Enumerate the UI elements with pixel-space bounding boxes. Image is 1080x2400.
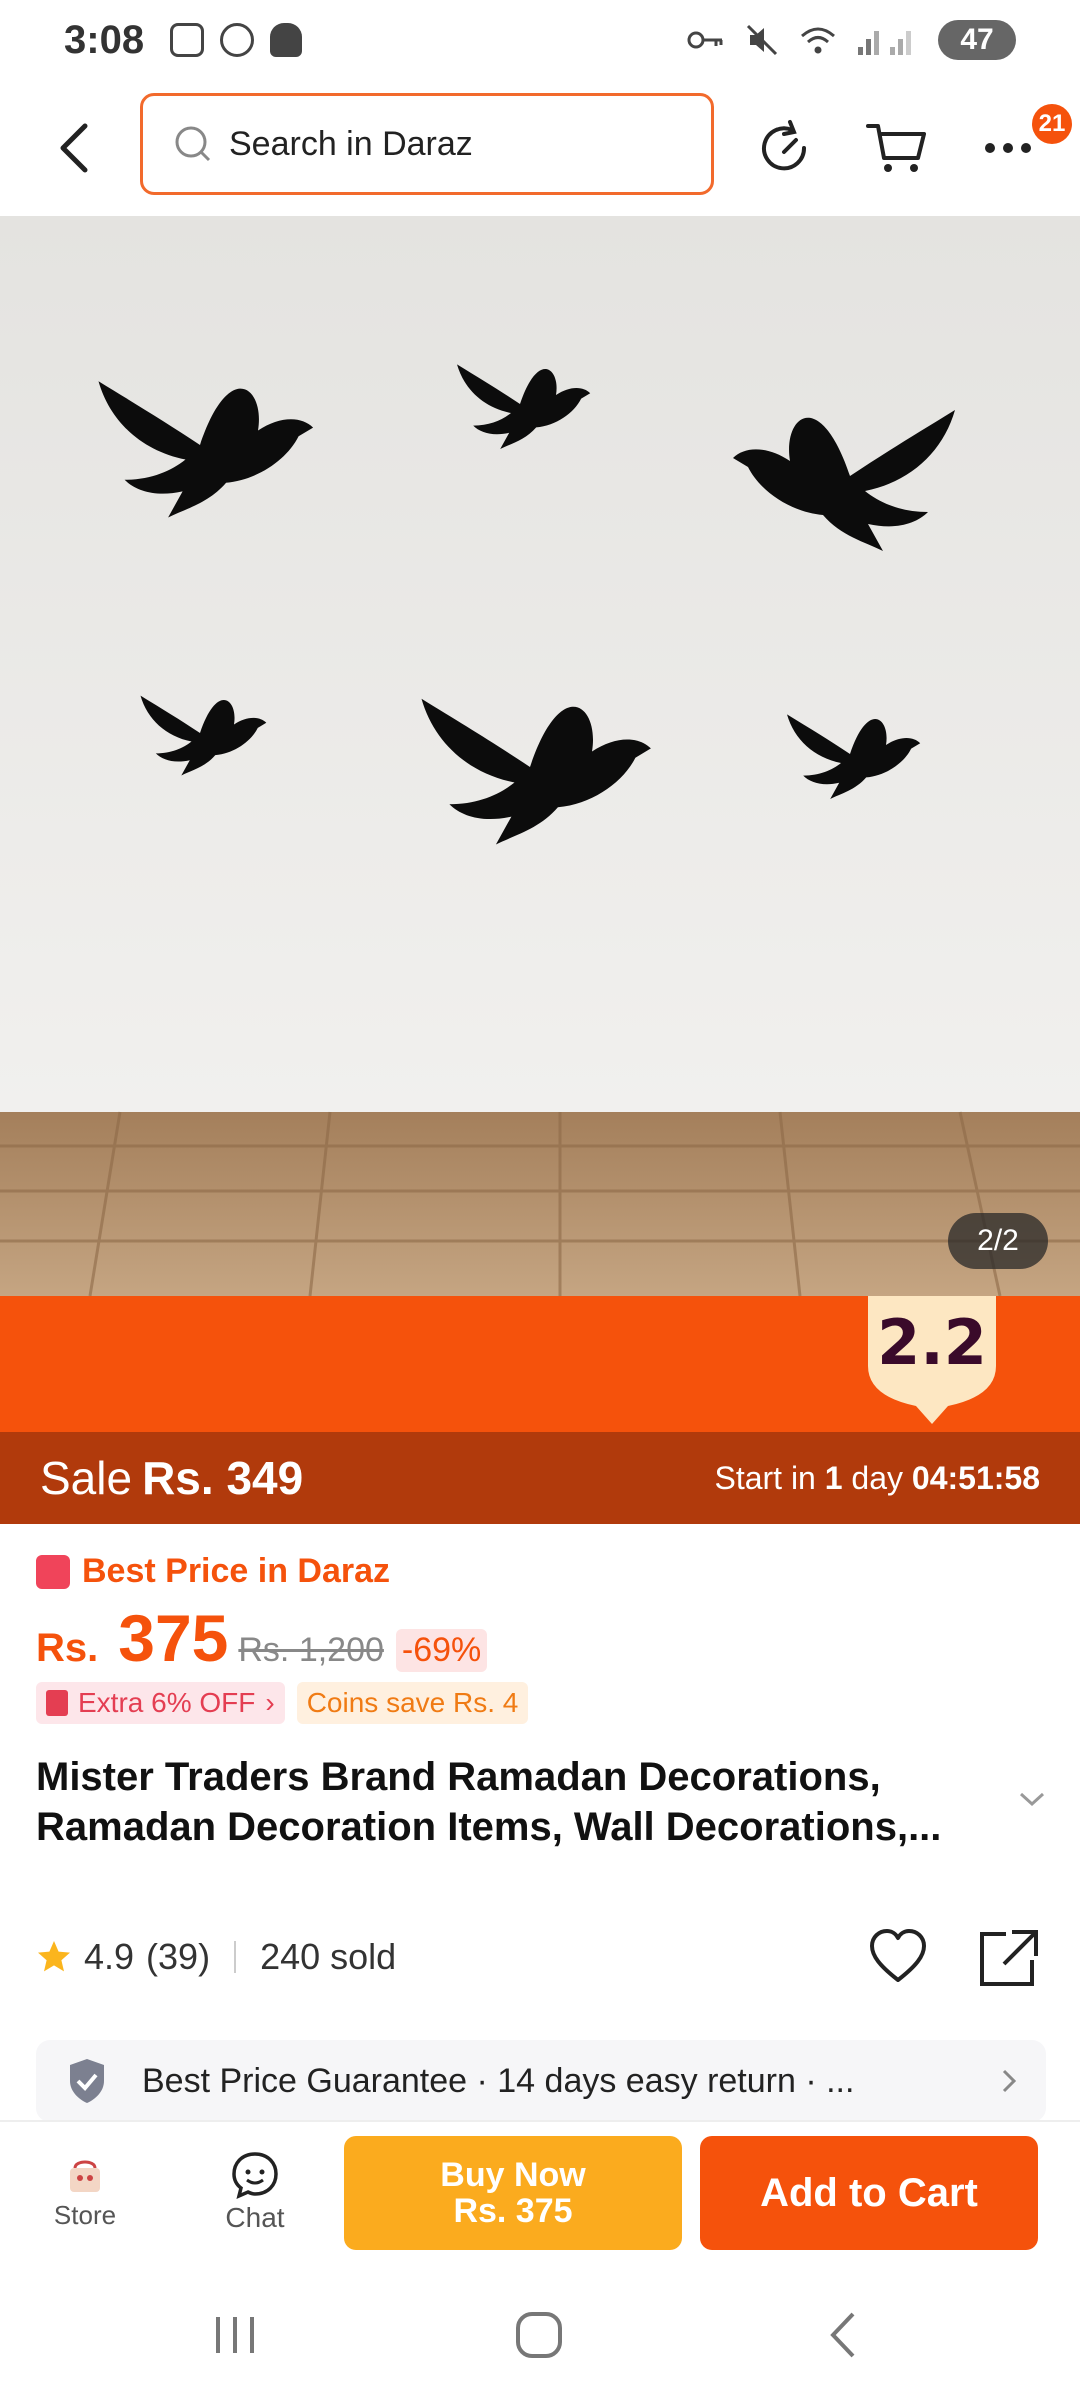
campaign-tag: 2.2 bbox=[868, 1296, 996, 1426]
product-title[interactable]: Mister Traders Brand Ramadan Decorations… bbox=[36, 1752, 996, 1852]
sale-price: Rs. 349 bbox=[142, 1452, 304, 1504]
screen: 3:08 47 Search in Daraz 21 2/2 2.2 Sale … bbox=[0, 0, 1080, 2400]
screenshot-icon bbox=[170, 23, 205, 57]
chat-icon bbox=[232, 2152, 278, 2200]
chat-button[interactable]: Chat bbox=[210, 2150, 300, 2234]
back-arrow-icon bbox=[830, 2312, 855, 2358]
discount-badge: -69% bbox=[395, 1629, 488, 1672]
chevron-right-icon bbox=[1002, 2069, 1016, 2093]
system-icons: 47 bbox=[686, 20, 1016, 60]
sale-start-timer: Start in 1 day 04:51:58 bbox=[714, 1460, 1040, 1497]
signal-icon bbox=[858, 31, 911, 55]
extra-off-label: Extra 6% OFF bbox=[78, 1687, 256, 1718]
start-days: 1 bbox=[824, 1459, 843, 1496]
current-price: 375 bbox=[118, 1601, 229, 1675]
mute-icon bbox=[746, 24, 778, 56]
product-image bbox=[0, 216, 1080, 1296]
notification-badge: 21 bbox=[1032, 104, 1072, 144]
battery-indicator: 47 bbox=[938, 20, 1016, 60]
price-row: Rs. 375 Rs. 1,200 -69% bbox=[36, 1600, 488, 1676]
trend-down-icon bbox=[36, 1554, 70, 1589]
back-button[interactable] bbox=[40, 110, 110, 186]
status-time: 3:08 bbox=[64, 17, 145, 62]
extra-off-chip[interactable]: Extra 6% OFF › bbox=[36, 1682, 285, 1724]
best-price-label: Best Price in Daraz bbox=[82, 1552, 391, 1590]
buy-now-label: Buy Now bbox=[440, 2156, 586, 2194]
best-price-badge: Best Price in Daraz bbox=[36, 1552, 390, 1591]
image-counter: 2/2 bbox=[948, 1213, 1048, 1269]
sale-bar: Sale Rs. 349 Start in 1 day 04:51:58 bbox=[0, 1432, 1080, 1524]
chevron-right-icon: › bbox=[265, 1687, 275, 1718]
currency: Rs. bbox=[36, 1626, 99, 1670]
search-icon bbox=[175, 126, 211, 162]
original-price: Rs. 1,200 bbox=[238, 1631, 384, 1669]
history-button[interactable] bbox=[744, 108, 824, 188]
wifi-icon bbox=[801, 27, 835, 54]
nav-back-button[interactable] bbox=[798, 2300, 888, 2370]
service-guarantee-row[interactable]: Best Price Guarantee · 14 days easy retu… bbox=[36, 2040, 1046, 2122]
vpn-key-icon bbox=[687, 31, 723, 49]
store-label: Store bbox=[53, 2200, 117, 2230]
store-button[interactable]: Store bbox=[40, 2150, 130, 2231]
rating-score: 4.9 bbox=[84, 1936, 135, 1977]
promo-chips: Extra 6% OFF › Coins save Rs. 4 bbox=[36, 1682, 529, 1724]
store-icon bbox=[70, 2160, 100, 2192]
voucher-icon bbox=[46, 1690, 68, 1716]
cart-icon bbox=[866, 124, 926, 172]
start-prefix: Start in bbox=[714, 1459, 816, 1496]
buy-now-button[interactable]: Buy Now Rs. 375 bbox=[344, 2136, 682, 2250]
notification-icons bbox=[170, 23, 303, 57]
rating-row[interactable]: 4.9 (39) 240 sold bbox=[36, 1936, 396, 1978]
start-unit: day bbox=[851, 1459, 904, 1496]
header: Search in Daraz 21 bbox=[0, 80, 1080, 216]
sale-label: Sale bbox=[40, 1452, 133, 1504]
chat-label: Chat bbox=[225, 2202, 285, 2233]
more-dots-icon bbox=[985, 143, 1031, 153]
coins-label: Coins save Rs. 4 bbox=[306, 1687, 519, 1718]
guarantee-text: Best Price Guarantee · 14 days easy retu… bbox=[142, 2061, 855, 2100]
search-input[interactable]: Search in Daraz bbox=[140, 93, 714, 195]
countdown: 04:51:58 bbox=[911, 1459, 1040, 1496]
status-bar: 3:08 47 bbox=[0, 0, 1080, 80]
wishlist-heart-icon[interactable] bbox=[868, 1928, 928, 1984]
whatsapp-icon bbox=[220, 23, 255, 57]
recent-apps-icon bbox=[216, 2317, 254, 2353]
chevron-left-icon bbox=[60, 123, 88, 173]
shield-check-icon bbox=[70, 2059, 104, 2103]
recent-apps-button[interactable] bbox=[190, 2300, 280, 2370]
add-to-cart-button[interactable]: Add to Cart bbox=[700, 2136, 1038, 2250]
share-icon[interactable] bbox=[976, 1928, 1040, 1990]
campaign-tag-text: 2.2 bbox=[877, 1306, 987, 1379]
refresh-icon bbox=[762, 120, 807, 171]
cart-button[interactable] bbox=[856, 108, 936, 188]
chevron-down-icon[interactable] bbox=[1018, 1790, 1046, 1808]
sold-count: 240 sold bbox=[260, 1936, 397, 1977]
home-button[interactable] bbox=[494, 2300, 584, 2370]
star-icon bbox=[38, 1941, 70, 1972]
snapchat-icon bbox=[270, 23, 303, 57]
search-placeholder: Search in Daraz bbox=[229, 124, 473, 163]
home-icon bbox=[516, 2312, 562, 2358]
divider bbox=[234, 1941, 237, 1973]
product-image-gallery[interactable] bbox=[0, 216, 1080, 1296]
buy-now-price: Rs. 375 bbox=[453, 2192, 573, 2230]
rating-count: (39) bbox=[146, 1936, 211, 1977]
coins-chip[interactable]: Coins save Rs. 4 bbox=[296, 1682, 529, 1724]
